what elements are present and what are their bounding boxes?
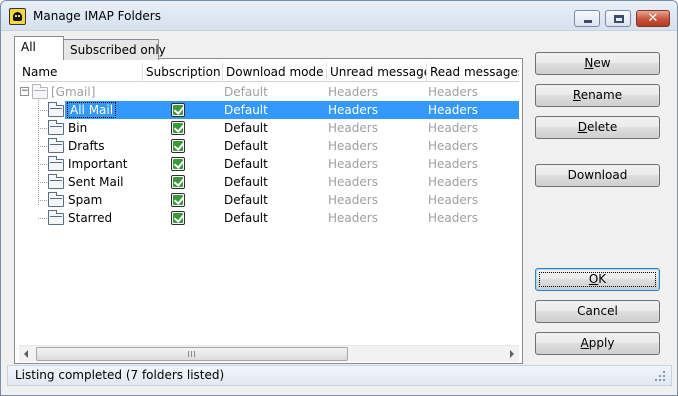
apply-label-rest: pply	[588, 336, 615, 350]
column-header-name[interactable]: Name	[19, 63, 143, 82]
delete-label-rest: elete	[587, 120, 618, 134]
folder-icon	[48, 120, 64, 135]
subscription-checkbox-checked-icon[interactable]	[171, 121, 185, 135]
folder-name: Bin	[68, 121, 88, 135]
tree-root-row[interactable]: − [Gmail] Default Headers Headers	[19, 83, 519, 101]
folder-name: Starred	[68, 211, 113, 225]
tab-subscribed-only[interactable]: Subscribed only	[63, 39, 166, 60]
download-mode[interactable]: Default	[224, 137, 268, 155]
read-messages-mode[interactable]: Headers	[428, 119, 478, 137]
root-folder-name: [Gmail]	[51, 85, 96, 99]
scroll-right-icon[interactable]	[510, 350, 514, 358]
unread-messages-mode[interactable]: Headers	[328, 155, 378, 173]
folder-row[interactable]: Important Default Headers Headers	[19, 155, 519, 173]
folder-icon	[48, 192, 64, 207]
folder-row[interactable]: Starred Default Headers Headers	[19, 209, 519, 227]
folder-name: All Mail	[66, 102, 117, 118]
read-messages-mode[interactable]: Headers	[428, 155, 478, 173]
grip-icon	[188, 351, 195, 357]
unread-messages-mode[interactable]: Headers	[328, 209, 378, 227]
folder-icon	[48, 174, 64, 189]
close-icon: ✕	[647, 11, 659, 26]
ok-button[interactable]: OK	[535, 268, 660, 291]
column-header-download-mode[interactable]: Download mode	[223, 63, 327, 82]
horizontal-scrollbar[interactable]	[19, 345, 519, 362]
folder-icon	[48, 210, 64, 225]
folder-row[interactable]: Drafts Default Headers Headers	[19, 137, 519, 155]
read-messages-mode[interactable]: Headers	[428, 209, 478, 227]
rename-accel: R	[572, 88, 581, 102]
scrollbar-thumb[interactable]	[36, 347, 348, 361]
download-mode[interactable]: Default	[224, 173, 268, 191]
folder-icon	[48, 156, 64, 171]
unread-messages-mode[interactable]: Headers	[328, 137, 378, 155]
read-messages-mode[interactable]: Headers	[428, 101, 478, 119]
read-messages-mode[interactable]: Headers	[428, 137, 478, 155]
root-read-messages: Headers	[428, 85, 478, 99]
window-title: Manage IMAP Folders	[33, 9, 161, 23]
unread-messages-mode[interactable]: Headers	[328, 101, 378, 119]
apply-button[interactable]: Apply	[535, 332, 660, 355]
status-text: Listing completed (7 folders listed)	[15, 368, 225, 382]
download-mode[interactable]: Default	[224, 209, 268, 227]
minimize-icon	[584, 20, 592, 23]
column-header-read-messages[interactable]: Read messages	[427, 63, 519, 82]
tree-collapse-icon[interactable]: −	[20, 87, 29, 96]
minimize-button[interactable]	[574, 10, 600, 27]
folder-row[interactable]: All Mail Default Headers Headers	[19, 101, 519, 119]
resize-grip-icon[interactable]	[655, 371, 665, 381]
close-button[interactable]: ✕	[636, 10, 670, 27]
maximize-button[interactable]	[605, 10, 631, 27]
unread-messages-mode[interactable]: Headers	[328, 173, 378, 191]
folder-name: Important	[68, 157, 128, 171]
folder-name: Sent Mail	[68, 175, 124, 189]
subscription-checkbox-checked-icon[interactable]	[171, 211, 185, 225]
root-download-mode: Default	[224, 85, 268, 99]
folder-name: Spam	[68, 193, 103, 207]
new-label-rest: ew	[593, 56, 611, 70]
download-mode[interactable]: Default	[224, 101, 268, 119]
title-bar[interactable]: Manage IMAP Folders ✕	[1, 1, 677, 31]
subscription-checkbox-checked-icon[interactable]	[171, 157, 185, 171]
list-header: Name Subscription Download mode Unread m…	[19, 63, 519, 82]
manage-imap-folders-window: Manage IMAP Folders ✕ All Subscribed onl…	[0, 0, 678, 396]
read-messages-mode[interactable]: Headers	[428, 191, 478, 209]
download-mode[interactable]: Default	[224, 119, 268, 137]
rename-label-rest: ename	[580, 88, 623, 102]
apply-accel: A	[580, 336, 589, 350]
download-mode[interactable]: Default	[224, 155, 268, 173]
subscription-checkbox-checked-icon[interactable]	[171, 139, 185, 153]
tab-all[interactable]: All	[14, 36, 64, 59]
subscription-checkbox-checked-icon[interactable]	[171, 193, 185, 207]
unread-messages-mode[interactable]: Headers	[328, 191, 378, 209]
delete-button[interactable]: Delete	[535, 116, 660, 139]
rename-button[interactable]: Rename	[535, 84, 660, 107]
folders-tab-panel: Name Subscription Download mode Unread m…	[14, 58, 523, 364]
folder-icon	[32, 84, 48, 99]
folder-icon	[48, 102, 64, 117]
cancel-button[interactable]: Cancel	[535, 300, 660, 323]
folder-icon	[48, 138, 64, 153]
delete-accel: D	[577, 120, 588, 134]
maximize-icon	[614, 15, 624, 23]
folder-name: Drafts	[68, 139, 105, 153]
folder-row[interactable]: Sent Mail Default Headers Headers	[19, 173, 519, 191]
download-mode[interactable]: Default	[224, 191, 268, 209]
subscription-checkbox-checked-icon[interactable]	[171, 175, 185, 189]
column-header-unread-messages[interactable]: Unread messages	[327, 63, 427, 82]
unread-messages-mode[interactable]: Headers	[328, 119, 378, 137]
folder-list[interactable]: Name Subscription Download mode Unread m…	[19, 63, 519, 344]
download-button[interactable]: Download	[535, 164, 660, 187]
app-icon[interactable]	[9, 8, 26, 25]
focus-rect	[539, 272, 656, 287]
status-bar: Listing completed (7 folders listed)	[7, 365, 672, 386]
new-button[interactable]: New	[535, 52, 660, 75]
subscription-checkbox-checked-icon[interactable]	[171, 103, 185, 117]
scroll-left-icon[interactable]	[24, 350, 28, 358]
root-unread-messages: Headers	[328, 85, 378, 99]
read-messages-mode[interactable]: Headers	[428, 173, 478, 191]
folder-row[interactable]: Bin Default Headers Headers	[19, 119, 519, 137]
folder-row[interactable]: Spam Default Headers Headers	[19, 191, 519, 209]
column-header-subscription[interactable]: Subscription	[143, 63, 223, 82]
